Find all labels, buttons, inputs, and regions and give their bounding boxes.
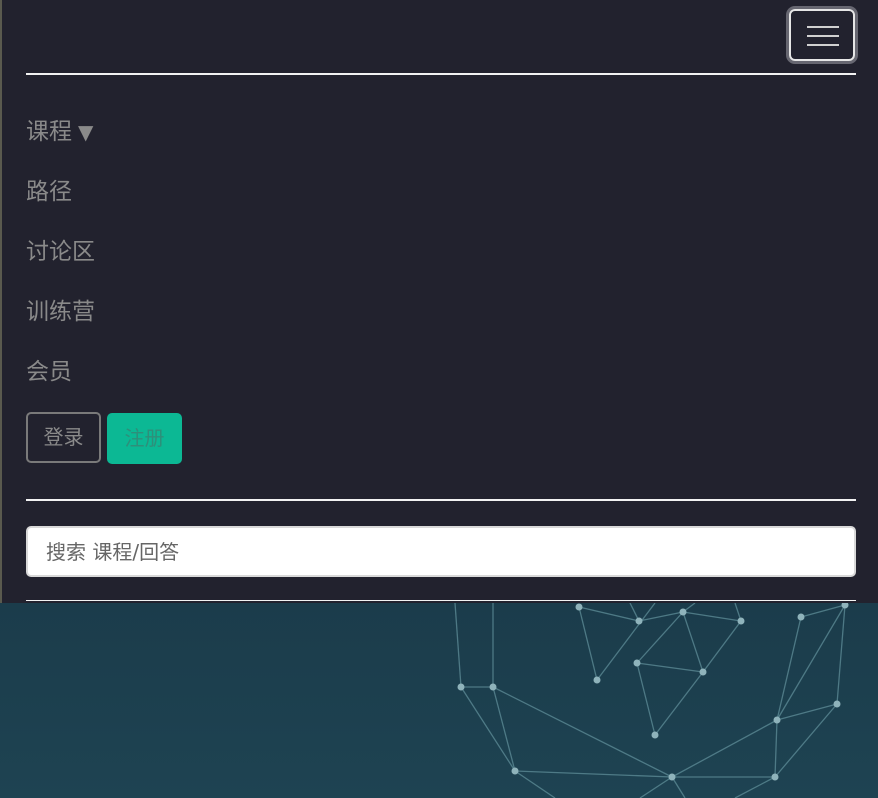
network-graph-decoration bbox=[454, 603, 849, 798]
nav-item-label: 课程 bbox=[26, 119, 72, 145]
navbar-toggle-button[interactable] bbox=[789, 9, 855, 61]
caret-down-icon: ▼ bbox=[78, 120, 94, 144]
nav-item-label: 讨论区 bbox=[26, 239, 95, 265]
nav-item-courses[interactable]: 课程 ▼ bbox=[26, 102, 93, 162]
nav-item-discussion[interactable]: 讨论区 bbox=[26, 222, 95, 282]
login-button[interactable]: 登录 bbox=[26, 412, 101, 463]
navbar bbox=[0, 0, 878, 75]
nav-item-bootcamp[interactable]: 训练营 bbox=[26, 282, 95, 342]
nav-item-label: 会员 bbox=[26, 359, 72, 385]
nav-item-label: 训练营 bbox=[26, 299, 95, 325]
navbar-divider-top bbox=[26, 73, 856, 75]
nav-item-label: 路径 bbox=[26, 179, 72, 205]
nav-item-paths[interactable]: 路径 bbox=[26, 162, 72, 222]
nav-item-membership[interactable]: 会员 bbox=[26, 342, 72, 402]
hero-banner bbox=[0, 603, 878, 798]
navbar-divider-middle bbox=[26, 499, 856, 501]
search-input[interactable] bbox=[26, 526, 856, 577]
register-button[interactable]: 注册 bbox=[107, 413, 182, 464]
navbar-divider-bottom bbox=[26, 600, 856, 601]
